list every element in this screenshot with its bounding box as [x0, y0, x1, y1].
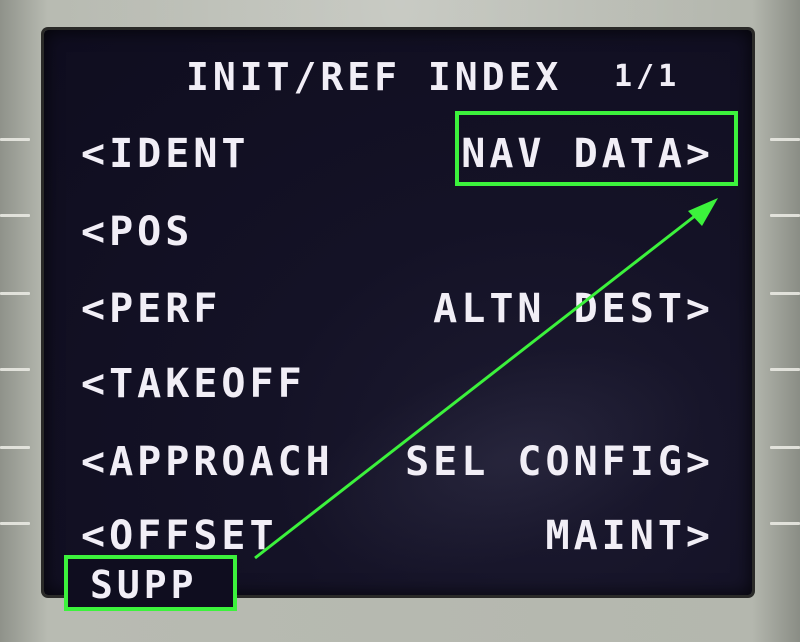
right-line-select-key-6[interactable]: [770, 522, 800, 525]
supp-highlight-box: SUPP: [64, 555, 237, 611]
menu-item-sel-config[interactable]: SEL CONFIG>: [405, 442, 714, 482]
left-line-select-key-6[interactable]: [0, 522, 30, 525]
left-line-select-key-5[interactable]: [0, 446, 30, 449]
left-line-select-key-4[interactable]: [0, 368, 30, 371]
menu-item-offset[interactable]: <OFFSET: [81, 516, 278, 556]
right-line-select-key-5[interactable]: [770, 446, 800, 449]
menu-item-maint[interactable]: MAINT>: [546, 516, 715, 556]
menu-item-altn-dest[interactable]: ALTN DEST>: [433, 289, 714, 329]
menu-item-perf[interactable]: <PERF: [81, 289, 221, 329]
right-line-select-key-3[interactable]: [770, 292, 800, 295]
menu-item-approach[interactable]: <APPROACH: [81, 442, 334, 482]
left-line-select-key-3[interactable]: [0, 292, 30, 295]
right-line-select-key-1[interactable]: [770, 138, 800, 141]
nav-data-highlight-box: [455, 111, 738, 186]
supp-label[interactable]: SUPP: [90, 566, 198, 604]
menu-item-ident[interactable]: <IDENT: [81, 134, 250, 174]
left-line-select-key-2[interactable]: [0, 214, 30, 217]
page-number: 1/1: [614, 59, 681, 94]
menu-item-takeoff[interactable]: <TAKEOFF: [81, 364, 306, 404]
left-line-select-key-1[interactable]: [0, 138, 30, 141]
right-line-select-key-2[interactable]: [770, 214, 800, 217]
right-line-select-key-4[interactable]: [770, 368, 800, 371]
menu-item-pos[interactable]: <POS: [81, 212, 193, 252]
page-title: INIT/REF INDEX: [186, 55, 563, 99]
